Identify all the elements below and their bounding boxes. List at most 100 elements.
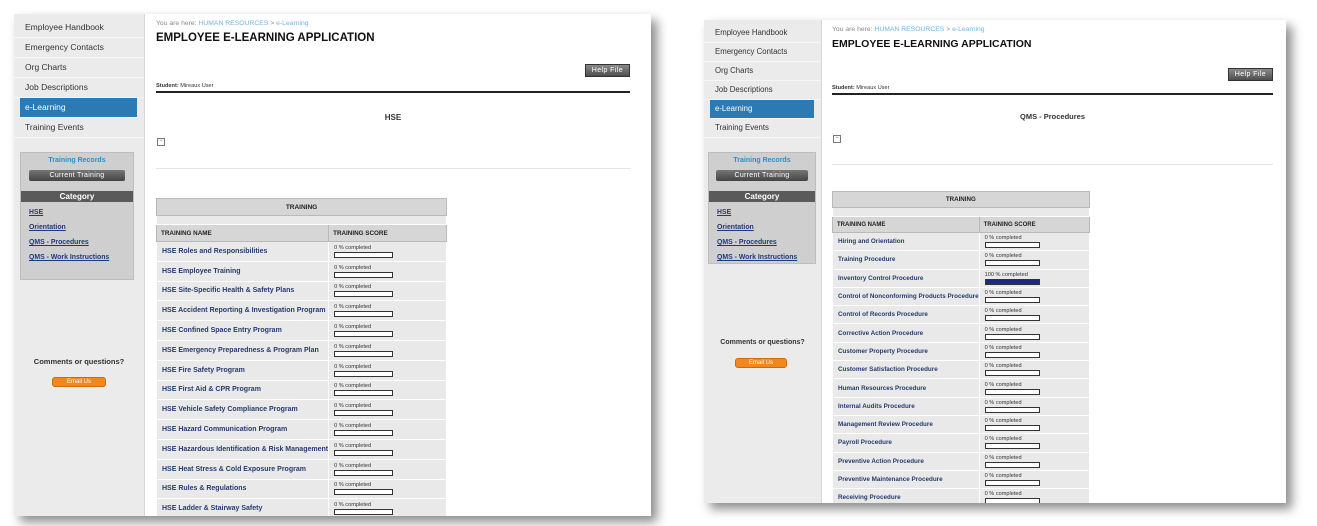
- training-name-link[interactable]: HSE Hazardous Identification & Risk Mana…: [155, 438, 330, 460]
- training-score-cell: 0 % completed: [978, 414, 1090, 435]
- table-row: Human Resources Procedure 0 % completed: [832, 378, 1090, 398]
- breadcrumb-section-link[interactable]: HUMAN RESOURCES: [874, 26, 944, 33]
- progress-bar: [334, 370, 394, 377]
- page-title: EMPLOYEE E-LEARNING APPLICATION: [832, 38, 1032, 50]
- breadcrumb-page-link[interactable]: e-Learning: [276, 20, 309, 27]
- training-score-cell: 0 % completed: [328, 260, 448, 282]
- breadcrumb-page-link[interactable]: e-Learning: [952, 26, 985, 33]
- table-row: Inventory Control Procedure 100 % complet…: [832, 268, 1090, 288]
- training-records-link[interactable]: Training Records: [709, 157, 815, 164]
- training-score-cell: 0 % completed: [978, 305, 1090, 325]
- progress-bar: [984, 351, 1040, 358]
- email-us-button[interactable]: Email Us: [735, 358, 787, 368]
- sidebar-item-training-events[interactable]: Training Events: [704, 119, 821, 138]
- progress-bar: [984, 333, 1040, 340]
- training-name-link[interactable]: HSE Fire Safety Program: [155, 359, 330, 381]
- training-name-link[interactable]: Management Review Procedure: [832, 414, 980, 435]
- category-link-qms-work-instructions[interactable]: QMS - Work Instructions: [29, 250, 133, 265]
- table-row: Customer Satisfaction Procedure 0 % compl…: [832, 360, 1090, 380]
- current-training-button[interactable]: Current Training: [716, 170, 808, 181]
- training-score-cell: 0 % completed: [328, 280, 448, 302]
- training-score-cell: 0 % completed: [978, 341, 1090, 362]
- email-us-button[interactable]: Email Us: [52, 377, 106, 387]
- help-file-button[interactable]: Help File: [1227, 68, 1273, 81]
- training-score-cell: 0 % completed: [328, 458, 448, 480]
- help-file-button[interactable]: Help File: [584, 64, 630, 77]
- progress-bar: [334, 251, 394, 258]
- current-training-button[interactable]: Current Training: [28, 170, 126, 181]
- training-name-link[interactable]: Corrective Action Procedure: [832, 323, 980, 343]
- training-name-link[interactable]: Control of Records Procedure: [832, 305, 980, 325]
- category-link-orientation[interactable]: Orientation: [29, 220, 133, 235]
- category-list: HSE Orientation QMS - Procedures QMS - Work…: [21, 202, 133, 265]
- sidebar-item-e-learning[interactable]: e-Learning: [710, 100, 814, 119]
- training-score-cell: 0 % completed: [328, 339, 448, 361]
- sidebar-item-job-descriptions[interactable]: Job Descriptions: [704, 81, 821, 100]
- sidebar-item-training-events[interactable]: Training Events: [14, 118, 144, 138]
- training-name-link[interactable]: HSE Roles and Responsibilities: [155, 241, 330, 262]
- training-name-link[interactable]: HSE First Aid & CPR Program: [155, 379, 330, 401]
- breadcrumb-section-link[interactable]: HUMAN RESOURCES: [198, 20, 268, 27]
- training-name-link[interactable]: HSE Hazard Communication Program: [155, 419, 330, 440]
- training-name-link[interactable]: Human Resources Procedure: [832, 378, 980, 398]
- score-text: 0 % completed: [334, 442, 372, 449]
- category-link-qms-procedures[interactable]: QMS - Procedures: [29, 235, 133, 250]
- collapse-icon[interactable]: −: [157, 138, 165, 146]
- screenshot-hse: Employee Handbook Emergency Contacts Org C…: [14, 14, 651, 516]
- column-header-training-name: TRAINING NAME: [832, 216, 980, 233]
- training-score-cell: 0 % completed: [328, 379, 448, 401]
- table-row: Management Review Procedure 0 % completed: [832, 414, 1090, 435]
- training-score-cell: 0 % completed: [328, 438, 448, 460]
- training-name-link[interactable]: Preventive Maintenance Procedure: [832, 469, 980, 490]
- progress-bar: [334, 469, 394, 476]
- training-score-cell: 0 % completed: [328, 359, 448, 381]
- training-name-link[interactable]: HSE Rules & Regulations: [155, 478, 330, 500]
- sidebar-item-org-charts[interactable]: Org Charts: [704, 62, 821, 81]
- training-name-link[interactable]: Customer Property Procedure: [832, 341, 980, 362]
- training-name-link[interactable]: Training Procedure: [832, 250, 980, 270]
- category-link-hse[interactable]: HSE: [717, 205, 815, 220]
- training-name-link[interactable]: HSE Site-Specific Health & Safety Plans: [155, 280, 330, 302]
- training-table: TRAINING TRAINING NAME TRAINING SCORE HS…: [155, 198, 448, 516]
- score-text: 0 % completed: [334, 403, 372, 410]
- training-name-link[interactable]: Internal Audits Procedure: [832, 396, 980, 416]
- category-link-qms-work-instructions[interactable]: QMS - Work Instructions: [717, 250, 815, 265]
- category-link-qms-procedures[interactable]: QMS - Procedures: [717, 235, 815, 250]
- category-link-orientation[interactable]: Orientation: [717, 220, 815, 235]
- column-header-training-score: TRAINING SCORE: [328, 224, 448, 242]
- category-link-hse[interactable]: HSE: [29, 205, 133, 220]
- progress-bar: [334, 509, 394, 516]
- training-name-link[interactable]: HSE Employee Training: [155, 260, 330, 282]
- progress-bar: [984, 315, 1040, 322]
- training-name-link[interactable]: HSE Accident Reporting & Investigation P…: [155, 300, 330, 322]
- comments-label: Comments or questions?: [33, 357, 125, 366]
- progress-bar: [334, 350, 394, 357]
- training-name-link[interactable]: Payroll Procedure: [832, 433, 980, 453]
- sidebar-item-emergency-contacts[interactable]: Emergency Contacts: [704, 43, 821, 62]
- divider: [156, 168, 630, 169]
- table-row: Control of Records Procedure 0 % complete…: [832, 305, 1090, 325]
- training-name-link[interactable]: Inventory Control Procedure: [832, 268, 980, 288]
- sidebar-item-job-descriptions[interactable]: Job Descriptions: [14, 78, 144, 98]
- training-name-link[interactable]: HSE Ladder & Stairway Safety: [155, 498, 330, 516]
- sidebar-item-emergency-contacts[interactable]: Emergency Contacts: [14, 38, 144, 58]
- sidebar-item-employee-handbook[interactable]: Employee Handbook: [14, 18, 144, 38]
- training-name-link[interactable]: HSE Confined Space Entry Program: [155, 320, 330, 341]
- training-name-link[interactable]: HSE Emergency Preparedness & Program Pla…: [155, 339, 330, 361]
- training-name-link[interactable]: HSE Heat Stress & Cold Exposure Program: [155, 458, 330, 480]
- training-name-link[interactable]: Customer Satisfaction Procedure: [832, 360, 980, 380]
- collapse-icon[interactable]: −: [833, 135, 841, 143]
- training-records-link[interactable]: Training Records: [21, 157, 133, 164]
- training-name-link[interactable]: Control of Nonconforming Products Proced…: [832, 286, 980, 307]
- student-info: Student: Mireaux User: [832, 85, 1273, 95]
- progress-bar: [984, 242, 1040, 249]
- score-text: 0 % completed: [984, 454, 1022, 461]
- sidebar-item-e-learning[interactable]: e-Learning: [20, 98, 137, 118]
- sidebar-item-org-charts[interactable]: Org Charts: [14, 58, 144, 78]
- training-name-link[interactable]: HSE Vehicle Safety Compliance Program: [155, 399, 330, 421]
- main-content: You are here: HUMAN RESOURCES > e-Learni…: [155, 14, 630, 516]
- training-name-link[interactable]: Hiring and Orientation: [832, 231, 980, 252]
- sidebar-item-employee-handbook[interactable]: Employee Handbook: [704, 24, 821, 43]
- training-name-link[interactable]: Preventive Action Procedure: [832, 451, 980, 471]
- training-name-link[interactable]: Receiving Procedure: [832, 488, 980, 503]
